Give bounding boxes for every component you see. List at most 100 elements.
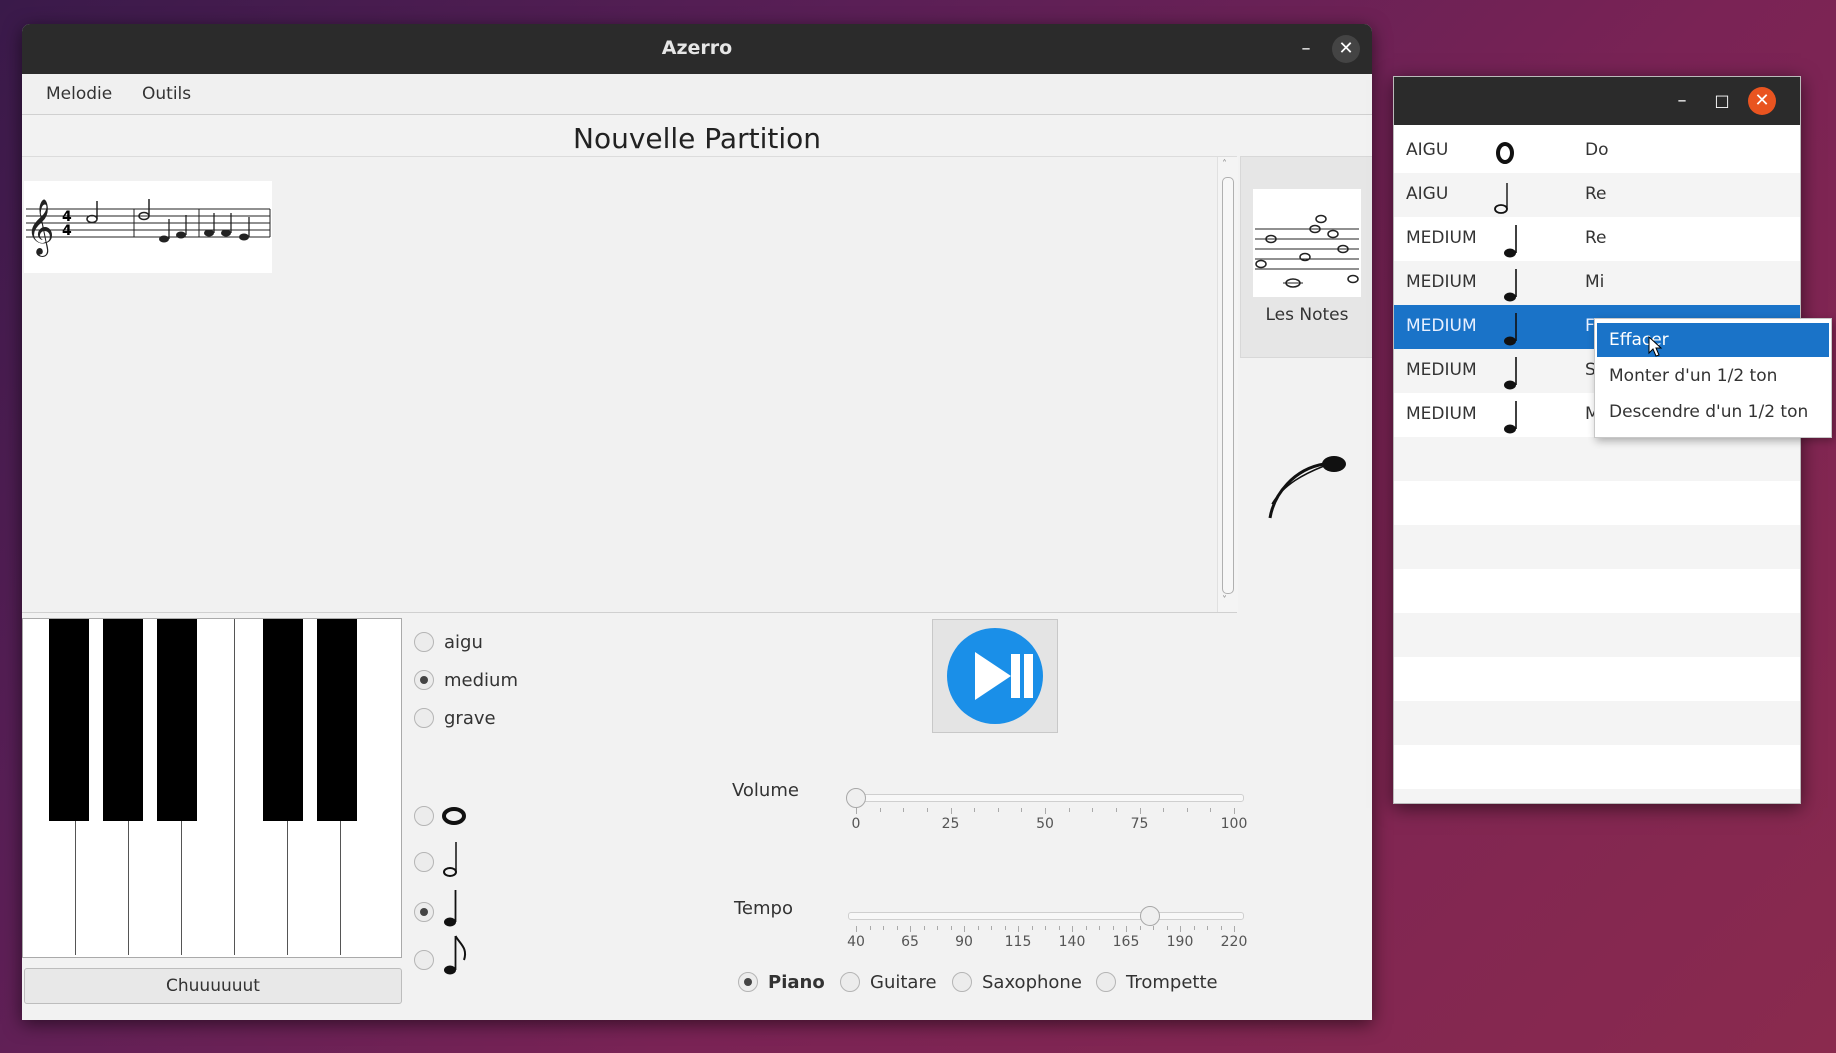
context-item-monter[interactable]: Monter d'un 1/2 ton [1597,359,1829,393]
list-item-octave: MEDIUM [1406,272,1477,292]
tempo-slider-knob[interactable] [1140,906,1160,926]
list-item[interactable]: MEDIUM Mi [1394,261,1800,305]
quarter-note-icon [1489,307,1521,347]
silence-button[interactable]: Chuuuuuut [24,968,402,1004]
slider-tick [896,926,898,930]
note-list-window: – □ ✕ AIGU Do AIGU Re MEDIUM Re MEDIUM Mi MEDIUM… [1393,76,1801,804]
slider-tick [1139,808,1141,814]
half-note-icon [1489,175,1521,215]
instrument-radio-piano[interactable] [738,972,758,992]
volume-label: Volume [732,780,799,801]
list-item-octave: AIGU [1406,140,1449,160]
slider-tick-label: 50 [1036,816,1054,832]
duration-radio-half[interactable] [414,852,434,872]
duration-radio-eighth[interactable] [414,950,434,970]
empty-list-row [1394,657,1800,701]
instrument-label-piano: Piano [768,972,825,993]
play-pause-icon [947,628,1043,724]
slider-tick-label: 75 [1130,816,1149,832]
piano-black-key[interactable] [317,619,357,821]
menu-outils[interactable]: Outils [142,84,191,104]
slider-tick [1085,926,1087,930]
piano-keyboard [22,618,402,958]
empty-list-row [1394,569,1800,613]
notes-panel-label: Les Notes [1265,305,1349,325]
slider-tick [1180,926,1181,932]
note-list[interactable]: AIGU Do AIGU Re MEDIUM Re MEDIUM Mi MEDIUM F MEDIU… [1394,125,1800,803]
empty-list-row [1394,613,1800,657]
context-item-descendre[interactable]: Descendre d'un 1/2 ton [1597,395,1829,429]
notes-image [1253,189,1361,297]
slider-tick-label: 190 [1166,934,1194,950]
slider-tick [1115,808,1117,812]
scroll-up-icon[interactable]: ˄ [1222,159,1227,170]
empty-list-row [1394,701,1800,745]
list-item-octave: AIGU [1406,184,1449,204]
duration-radio-quarter[interactable] [414,902,434,922]
slider-tick [1126,926,1127,932]
slider-tick [923,926,925,930]
tempo-label: Tempo [734,898,793,919]
whole-note-icon [442,807,466,825]
menu-melodie[interactable]: Melodie [46,84,112,104]
piano-black-key[interactable] [103,619,143,821]
slider-tick [856,808,857,814]
list-maximize-button[interactable]: □ [1708,87,1736,115]
tempo-track[interactable] [848,912,1244,920]
slider-tick-label: 25 [941,816,960,832]
slider-tick [1031,926,1033,930]
piano-black-key[interactable] [263,619,303,821]
slider-tick [1139,926,1141,930]
instrument-radio-trompette[interactable] [1096,972,1116,992]
quarter-note-icon [444,890,457,927]
svg-text:4: 4 [62,223,72,239]
slider-tick [977,926,979,930]
score-scrollbar[interactable]: ˄ ˅ [1217,157,1238,612]
slider-tick-label: 65 [901,934,919,950]
instrument-radio-saxophone[interactable] [952,972,972,992]
slider-tick [856,926,857,932]
instrument-label-trompette: Trompette [1126,972,1218,993]
list-item[interactable]: AIGU Do [1394,129,1800,173]
octave-label-grave: grave [444,708,496,729]
slider-tick [926,808,928,812]
list-item-octave: MEDIUM [1406,316,1477,336]
slider-tick [991,926,992,930]
list-item-octave: MEDIUM [1406,360,1477,380]
slider-tick [1220,926,1222,930]
slider-tick [1112,926,1114,930]
slider-tick [1210,808,1212,812]
slider-tick-label: 220 [1220,934,1248,950]
slider-tick [883,926,884,930]
volume-track[interactable] [848,794,1244,802]
scrollbar-thumb[interactable] [1222,177,1234,594]
close-button[interactable]: ✕ [1332,35,1360,63]
list-item[interactable]: AIGU Re [1394,173,1800,217]
scroll-down-icon[interactable]: ˅ [1222,595,1227,606]
octave-radio-aigu[interactable] [414,632,434,652]
score-staff-thumbnail[interactable]: 𝄞 4 4 [24,181,272,273]
instrument-radio-guitare[interactable] [840,972,860,992]
piano-black-key[interactable] [49,619,89,821]
instrument-label-saxophone: Saxophone [982,972,1082,993]
piano-black-key[interactable] [157,619,197,821]
duration-radio-whole[interactable] [414,806,434,826]
context-menu: Effacer Monter d'un 1/2 ton Descendre d'… [1594,318,1832,438]
octave-label-aigu: aigu [444,632,483,653]
empty-list-row [1394,525,1800,569]
octave-radio-grave[interactable] [414,708,434,728]
document-title: Nouvelle Partition [573,122,821,155]
context-item-effacer[interactable]: Effacer [1597,323,1829,357]
minimize-button[interactable]: – [1292,35,1320,63]
notes-panel-button[interactable]: Les Notes [1240,156,1372,358]
score-area[interactable]: 𝄞 4 4 ˄ ˅ [22,156,1238,613]
empty-list-row [1394,745,1800,789]
volume-slider-knob[interactable] [846,788,866,808]
titlebar: Azerro – ✕ [22,24,1372,74]
octave-radio-medium[interactable] [414,670,434,690]
list-minimize-button[interactable]: – [1668,87,1696,115]
whole-note-icon [1489,131,1521,171]
play-pause-button[interactable] [932,619,1058,733]
list-item[interactable]: MEDIUM Re [1394,217,1800,261]
list-close-button[interactable]: ✕ [1748,87,1776,115]
